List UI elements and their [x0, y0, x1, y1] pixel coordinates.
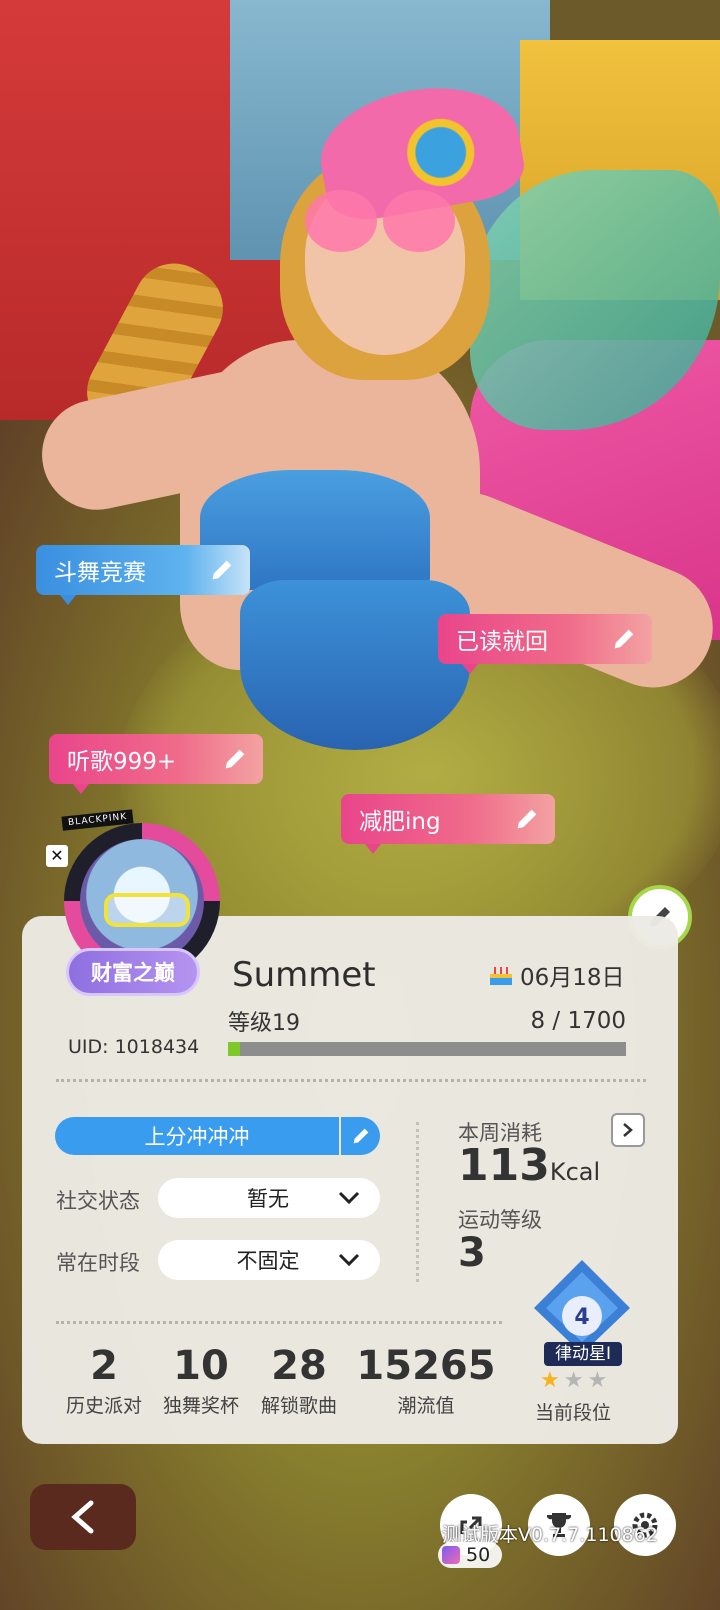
xp-progress-bar [228, 1042, 626, 1056]
divider-vertical [416, 1122, 419, 1282]
rank-name: 律动星I [544, 1342, 622, 1366]
stat-label: 解锁歌曲 [260, 1395, 337, 1417]
tag-music[interactable]: 听歌999+ [49, 734, 263, 794]
sport-level-value: 3 [458, 1230, 486, 1276]
edit-motto-button[interactable] [341, 1117, 380, 1155]
pencil-icon [353, 1128, 368, 1144]
chevron-right-icon [623, 1123, 633, 1137]
tag-tail [60, 595, 76, 605]
tag-label: 已读就回 [456, 629, 548, 655]
stat-value: 15265 [356, 1343, 496, 1389]
rank-label-text: 当前段位 [535, 1402, 612, 1424]
player-name: Summet [232, 955, 376, 995]
chevron-down-icon [338, 1191, 360, 1205]
pencil-icon [212, 560, 232, 580]
character-skirt [240, 580, 470, 750]
coin-value: 50 [466, 1544, 491, 1566]
back-button[interactable] [30, 1484, 136, 1550]
xp-progress-fill [228, 1042, 240, 1056]
pencil-icon [517, 809, 537, 829]
birthday-cake-icon [490, 967, 512, 985]
social-status-label: 社交状态 [56, 1189, 140, 1213]
weekly-calories-unit: Kcal [549, 1158, 601, 1186]
tag-reply-fast[interactable]: 已读就回 [438, 614, 652, 674]
pencil-icon [614, 629, 634, 649]
rank-stars: ★ ★ ★ [540, 1368, 607, 1393]
stat-label: 历史派对 [65, 1395, 142, 1417]
uid-label: UID: [68, 1036, 109, 1058]
stat-history-party: 2 历史派对 [64, 1343, 144, 1418]
tag-tail [365, 844, 381, 854]
birthday-text: 06月18日 [520, 965, 625, 991]
wealth-badge[interactable]: 财富之巅 [66, 948, 200, 996]
tag-dance-battle[interactable]: 斗舞竞赛 [36, 545, 250, 605]
uid-text: UID: 1018434 [68, 1036, 199, 1058]
rank-tier-number: 4 [574, 1305, 589, 1330]
close-icon: ✕ [46, 845, 68, 867]
divider [56, 1079, 646, 1082]
birthday: 06月18日 [488, 958, 625, 992]
rank-label: 当前段位 [535, 1396, 611, 1425]
pencil-icon [225, 749, 245, 769]
weekly-calories-value: 113Kcal [458, 1140, 600, 1191]
divider [56, 1321, 502, 1324]
weekly-calories-number: 113 [458, 1140, 550, 1191]
online-time-select[interactable]: 不固定 [158, 1240, 380, 1280]
star-filled-icon: ★ [540, 1368, 560, 1393]
stat-unlocked-songs: 28 解锁歌曲 [258, 1343, 340, 1418]
level-label: 等级19 [228, 1011, 300, 1036]
uid-value: 1018434 [114, 1036, 200, 1058]
xp-text: 8 / 1700 [530, 1008, 626, 1034]
stat-label: 独舞奖杯 [162, 1395, 239, 1417]
online-time-label: 常在时段 [56, 1251, 140, 1275]
star-empty-icon: ★ [587, 1368, 608, 1393]
tag-label: 斗舞竞赛 [54, 560, 146, 586]
chevron-down-icon [338, 1253, 360, 1267]
coin-icon [442, 1546, 460, 1564]
social-status-select[interactable]: 暂无 [158, 1178, 380, 1218]
character-glasses [305, 190, 455, 260]
avatar-visor [104, 893, 190, 927]
stat-solo-trophies: 10 独舞奖杯 [160, 1343, 242, 1418]
motto-field[interactable]: 上分冲冲冲 [55, 1117, 339, 1155]
stat-value: 2 [90, 1343, 118, 1389]
social-status-value: 暂无 [247, 1187, 289, 1211]
online-time-value: 不固定 [236, 1249, 300, 1273]
stat-trend-value: 15265 潮流值 [356, 1343, 496, 1418]
star-empty-icon: ★ [563, 1368, 584, 1393]
stat-value: 28 [271, 1343, 327, 1389]
stat-value: 10 [173, 1343, 229, 1389]
chevron-left-icon [71, 1500, 94, 1534]
coin-balance[interactable]: 50 [438, 1542, 503, 1568]
tag-tail [73, 784, 89, 794]
stat-label: 潮流值 [397, 1395, 455, 1417]
tag-tail [462, 664, 478, 674]
tag-label: 减肥ing [359, 809, 441, 835]
tag-label: 听歌999+ [67, 749, 177, 775]
weekly-details-button[interactable] [611, 1113, 645, 1147]
tag-diet[interactable]: 减肥ing [341, 794, 555, 854]
